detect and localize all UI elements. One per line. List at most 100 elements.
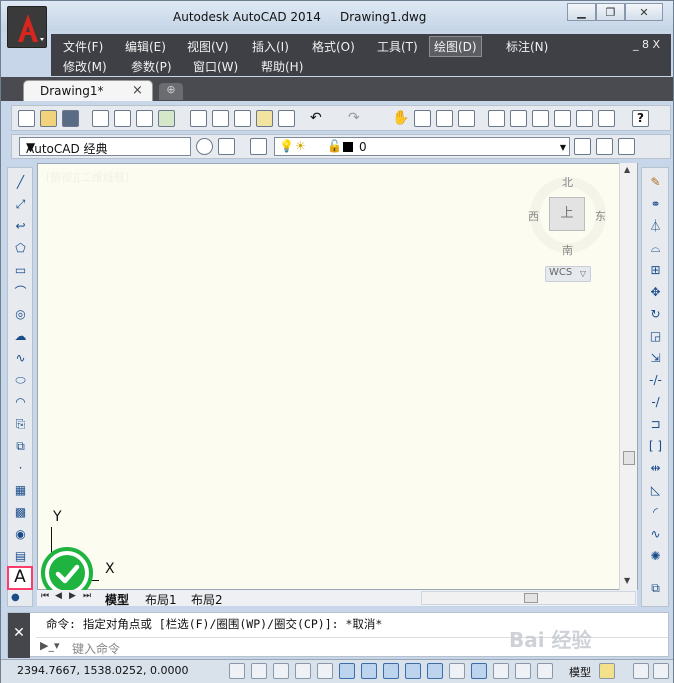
- tool-palettes-icon[interactable]: [532, 110, 549, 127]
- block-editor-icon[interactable]: [278, 110, 295, 127]
- stretch-icon[interactable]: ⇲: [647, 350, 664, 366]
- tab-layout2[interactable]: 布局2: [191, 591, 223, 608]
- rotate-icon[interactable]: ↻: [647, 306, 664, 322]
- revision-cloud-icon[interactable]: ☁: [12, 328, 29, 344]
- print-icon[interactable]: [92, 110, 109, 127]
- zoom-window-icon[interactable]: [436, 110, 453, 127]
- layer-previous-icon[interactable]: [596, 138, 613, 155]
- zoom-previous-icon[interactable]: [458, 110, 475, 127]
- close-icon[interactable]: ✕: [13, 625, 25, 641]
- offset-icon[interactable]: ⌓: [647, 240, 664, 256]
- model-space-button[interactable]: 模型: [569, 664, 591, 680]
- markup-icon[interactable]: [576, 110, 593, 127]
- horizontal-scrollbar[interactable]: [421, 591, 636, 605]
- infer-constraints-icon[interactable]: [229, 663, 245, 679]
- minimize-button[interactable]: ▁: [567, 3, 596, 21]
- region-icon[interactable]: ◉: [12, 526, 29, 542]
- vertical-scrollbar[interactable]: ▲ ▼: [619, 163, 637, 590]
- array-icon[interactable]: ⊞: [647, 262, 664, 278]
- layer-properties-icon[interactable]: [250, 138, 267, 155]
- viewcube-west[interactable]: 西: [528, 208, 539, 224]
- wcs-menu[interactable]: WCS ▽: [545, 266, 591, 282]
- copy-clip-icon[interactable]: ⧉: [647, 580, 664, 596]
- viewcube-north[interactable]: 北: [562, 174, 573, 190]
- viewcube-south[interactable]: 南: [562, 242, 573, 258]
- clean-screen-icon[interactable]: [633, 663, 649, 679]
- annotation-monitor-icon[interactable]: [537, 663, 553, 679]
- tab-layout1[interactable]: 布局1: [145, 591, 177, 608]
- prev-tab-icon[interactable]: ◀: [55, 591, 62, 601]
- next-tab-icon[interactable]: ▶: [69, 591, 76, 601]
- polar-tracking-icon[interactable]: [317, 663, 333, 679]
- ellipse-icon[interactable]: ⬭: [12, 372, 29, 388]
- break-at-point-icon[interactable]: ⊐: [647, 416, 664, 432]
- tab-close-icon[interactable]: ×: [132, 83, 143, 98]
- hatch-icon[interactable]: ▦: [12, 482, 29, 498]
- construction-line-icon[interactable]: ⤢: [12, 196, 29, 212]
- scale-icon[interactable]: ◲: [647, 328, 664, 344]
- viewcube[interactable]: 上: [549, 197, 585, 231]
- polygon-icon[interactable]: ⬠: [12, 240, 29, 256]
- line-icon[interactable]: ╱: [12, 174, 29, 190]
- scroll-thumb[interactable]: [623, 451, 635, 465]
- add-selected-icon[interactable]: ●: [11, 592, 20, 603]
- hscroll-thumb[interactable]: [524, 593, 538, 603]
- join-icon[interactable]: ⇹: [647, 460, 664, 476]
- toolbar-lock-icon[interactable]: [653, 663, 669, 679]
- ellipse-arc-icon[interactable]: ◠: [12, 394, 29, 410]
- command-window-grip[interactable]: ✕: [8, 613, 30, 658]
- new-tab-button[interactable]: ⊕: [159, 83, 183, 100]
- lineweight-icon[interactable]: [449, 663, 465, 679]
- publish-icon[interactable]: [136, 110, 153, 127]
- menu-modify[interactable]: 修改(M): [59, 57, 111, 76]
- object-snap-icon[interactable]: [339, 663, 355, 679]
- multiline-text-button[interactable]: A: [7, 566, 33, 590]
- make-current-layer-icon[interactable]: [574, 138, 591, 155]
- extend-icon[interactable]: -/: [647, 394, 664, 410]
- transparency-icon[interactable]: [471, 663, 487, 679]
- properties-icon[interactable]: [488, 110, 505, 127]
- application-menu-button[interactable]: [7, 6, 47, 48]
- menu-window[interactable]: 窗口(W): [189, 57, 242, 76]
- document-window-controls[interactable]: _ 8 X: [633, 38, 660, 51]
- last-tab-icon[interactable]: ⏭: [83, 591, 91, 601]
- menu-dimension[interactable]: 标注(N): [502, 37, 552, 56]
- ortho-mode-icon[interactable]: [295, 663, 311, 679]
- rectangle-icon[interactable]: ▭: [12, 262, 29, 278]
- coordinate-readout[interactable]: 2394.7667, 1538.0252, 0.0000: [17, 664, 188, 677]
- menu-insert[interactable]: 插入(I): [248, 37, 293, 56]
- explode-icon[interactable]: ✺: [647, 548, 664, 564]
- calculator-icon[interactable]: [598, 110, 615, 127]
- gradient-icon[interactable]: ▩: [12, 504, 29, 520]
- spline-icon[interactable]: ∿: [12, 350, 29, 366]
- pan-icon[interactable]: ✋: [392, 110, 409, 127]
- trim-icon[interactable]: -/-: [647, 372, 664, 388]
- arc-icon[interactable]: ⌒: [12, 284, 29, 300]
- zoom-realtime-icon[interactable]: [414, 110, 431, 127]
- command-prompt-icon[interactable]: ▶_▾: [40, 639, 59, 652]
- undo-icon[interactable]: ↶: [310, 110, 327, 127]
- layer-states-icon[interactable]: [618, 138, 635, 155]
- open-file-icon[interactable]: [40, 110, 57, 127]
- cut-icon[interactable]: [190, 110, 207, 127]
- make-block-icon[interactable]: ⧉: [12, 438, 29, 454]
- tab-drawing1[interactable]: Drawing1* ×: [23, 80, 153, 101]
- annotation-scale-icon[interactable]: [599, 663, 615, 679]
- menu-tools[interactable]: 工具(T): [373, 37, 422, 56]
- viewcube-east[interactable]: 东: [595, 208, 606, 224]
- break-icon[interactable]: [ ]: [647, 438, 664, 454]
- table-icon[interactable]: ▤: [12, 548, 29, 564]
- tab-model[interactable]: 模型: [105, 591, 129, 608]
- chamfer-icon[interactable]: ◺: [647, 482, 664, 498]
- print-preview-icon[interactable]: [114, 110, 131, 127]
- workspace-select[interactable]: AutoCAD 经典 ▼: [19, 137, 191, 156]
- first-tab-icon[interactable]: ⏮: [41, 591, 49, 601]
- paste-icon[interactable]: [234, 110, 251, 127]
- 3d-publish-icon[interactable]: [158, 110, 175, 127]
- dynamic-input-icon[interactable]: [427, 663, 443, 679]
- customize-icon[interactable]: [218, 138, 235, 155]
- close-button[interactable]: ✕: [625, 3, 663, 21]
- mirror-icon[interactable]: ⏃: [647, 218, 664, 234]
- insert-block-icon[interactable]: ⎘: [12, 416, 29, 432]
- scroll-up-icon[interactable]: ▲: [624, 165, 630, 174]
